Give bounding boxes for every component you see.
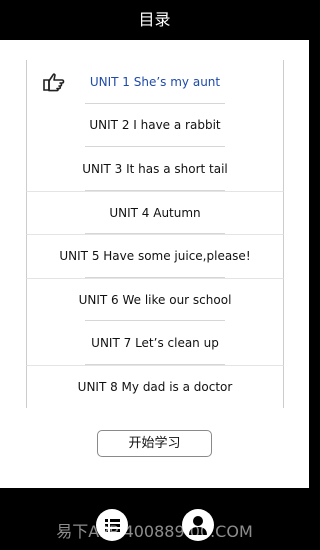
list-button[interactable] xyxy=(96,509,128,541)
unit-row-7[interactable]: UNIT 7 Let’s clean up xyxy=(26,321,284,365)
start-learning-button[interactable]: 开始学习 xyxy=(97,430,212,457)
unit-label: UNIT 2 I have a rabbit xyxy=(89,118,221,133)
unit-row-6[interactable]: UNIT 6 We like our school xyxy=(26,277,284,321)
unit-label: UNIT 1 She’s my aunt xyxy=(89,74,221,89)
unit-row-2[interactable]: UNIT 2 I have a rabbit xyxy=(26,103,284,147)
unit-list: UNIT 1 She’s my aunt UNIT 2 I have a rab… xyxy=(26,60,284,410)
user-button[interactable] xyxy=(182,509,214,541)
unit-row-8[interactable]: UNIT 8 My dad is a doctor xyxy=(26,364,284,408)
unit-label: UNIT 4 Autumn xyxy=(109,205,201,220)
page-title: 目录 xyxy=(138,10,171,29)
bottom-bar xyxy=(0,488,309,550)
user-icon xyxy=(189,516,207,535)
unit-row-5[interactable]: UNIT 5 Have some juice,please! xyxy=(26,234,284,278)
list-icon xyxy=(105,519,120,532)
title-bar: 目录 xyxy=(0,0,309,40)
unit-label: UNIT 5 Have some juice,please! xyxy=(59,249,251,264)
unit-label: UNIT 6 We like our school xyxy=(78,292,232,307)
unit-row-4[interactable]: UNIT 4 Autumn xyxy=(26,190,284,234)
unit-row-3[interactable]: UNIT 3 It has a short tail xyxy=(26,147,284,191)
unit-label: UNIT 3 It has a short tail xyxy=(82,161,228,176)
unit-row-1[interactable]: UNIT 1 She’s my aunt xyxy=(26,60,284,104)
unit-label: UNIT 7 Let’s clean up xyxy=(91,335,219,350)
unit-label: UNIT 8 My dad is a doctor xyxy=(77,379,233,394)
content-area: UNIT 1 She’s my aunt UNIT 2 I have a rab… xyxy=(0,40,309,488)
